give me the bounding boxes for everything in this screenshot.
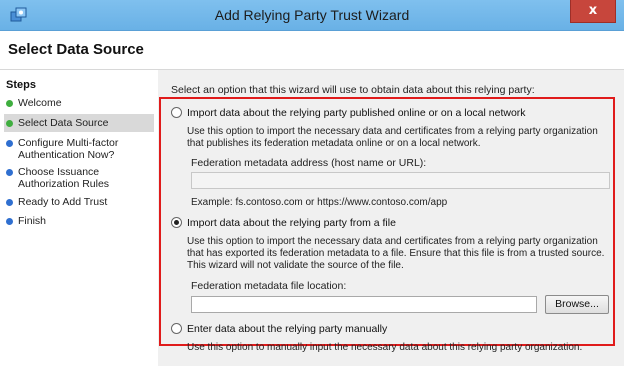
step-pending-icon <box>6 169 13 176</box>
step-label: Finish <box>18 215 47 227</box>
example-text: Example: fs.contoso.com or https://www.c… <box>191 197 448 208</box>
step-finish[interactable]: Finish <box>4 215 154 227</box>
step-pending-icon <box>6 140 13 147</box>
option-import-online-label[interactable]: Import data about the relying party publ… <box>187 107 526 119</box>
step-welcome[interactable]: Welcome <box>4 97 154 109</box>
option-manual-entry-label[interactable]: Enter data about the relying party manua… <box>187 323 387 335</box>
step-configure-mfa[interactable]: Configure Multi-factor Authentication No… <box>4 137 154 161</box>
step-pending-icon <box>6 199 13 206</box>
step-current-icon <box>6 120 13 127</box>
step-select-data-source[interactable]: Select Data Source <box>4 114 154 132</box>
step-label: Configure Multi-factor Authentication No… <box>18 137 119 161</box>
wizard-header: Select Data Source <box>0 31 624 70</box>
instruction-text: Select an option that this wizard will u… <box>171 84 535 96</box>
metadata-file-location-label: Federation metadata file location: <box>191 280 347 292</box>
step-label: Select Data Source <box>18 117 109 129</box>
title-bar: Add Relying Party Trust Wizard x <box>0 0 624 31</box>
close-button[interactable]: x <box>570 0 616 23</box>
step-label: Ready to Add Trust <box>18 196 108 208</box>
window-title: Add Relying Party Trust Wizard <box>214 7 410 23</box>
option-import-online-description: Use this option to import the necessary … <box>187 126 598 149</box>
metadata-address-input[interactable] <box>191 172 610 189</box>
radio-manual-entry[interactable] <box>171 323 182 334</box>
metadata-address-label: Federation metadata address (host name o… <box>191 157 427 169</box>
step-label: Choose Issuance Authorization Rules <box>18 166 110 190</box>
browse-button[interactable]: Browse... <box>545 295 609 314</box>
step-label: Welcome <box>18 97 62 109</box>
step-issuance-authorization[interactable]: Choose Issuance Authorization Rules <box>4 166 154 190</box>
metadata-file-location-input[interactable] <box>191 296 537 313</box>
option-import-file-description: Use this option to import the necessary … <box>187 236 605 271</box>
main-panel: Select an option that this wizard will u… <box>159 70 624 366</box>
radio-import-online[interactable] <box>171 107 182 118</box>
radio-import-file[interactable] <box>171 217 182 228</box>
option-manual-entry-description: Use this option to manually input the ne… <box>187 342 583 353</box>
steps-sidebar: Steps Welcome Select Data Source Configu… <box>0 70 158 366</box>
option-import-file-label[interactable]: Import data about the relying party from… <box>187 217 396 229</box>
step-pending-icon <box>6 218 13 225</box>
step-complete-icon <box>6 100 13 107</box>
step-ready-to-add[interactable]: Ready to Add Trust <box>4 196 154 208</box>
page-title: Select Data Source <box>8 41 144 58</box>
steps-heading: Steps <box>6 79 36 91</box>
